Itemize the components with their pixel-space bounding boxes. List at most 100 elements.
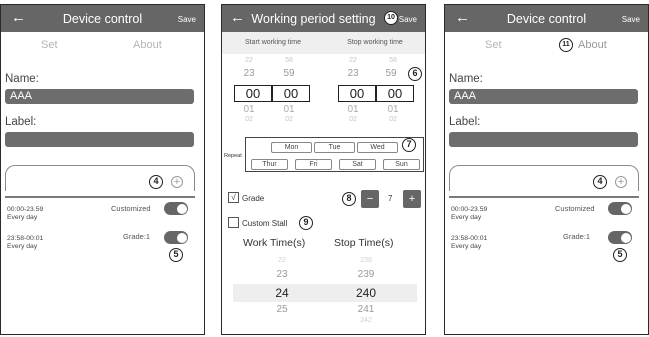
grade-checkbox[interactable]: √	[228, 192, 239, 203]
page-title: Device control	[62, 12, 143, 26]
day-sat-button[interactable]: Sat	[339, 159, 376, 170]
callout-marker-10: 10	[384, 11, 398, 25]
device-control-screen-left: ← Device control Save Set About Name: AA…	[0, 4, 205, 335]
schedule-time: 23:58-00:01	[451, 235, 488, 242]
schedule-time: 00:00-23.59	[451, 206, 488, 213]
stop-time-header: Stop working time	[324, 32, 425, 54]
tab-about[interactable]: About	[133, 39, 162, 51]
schedule-repeat: Every day	[451, 243, 482, 250]
picker-value: 242	[360, 317, 372, 324]
picker-value: 239	[357, 269, 375, 280]
callout-marker-5: 5	[169, 248, 183, 262]
picker-value: 22	[278, 257, 286, 264]
callout-marker-5: 5	[613, 248, 627, 262]
tab-about[interactable]: About	[578, 39, 607, 51]
callout-marker-8: 8	[342, 192, 356, 206]
callout-marker-11: 11	[559, 38, 573, 52]
schedule-mode: Customized	[555, 204, 595, 213]
picker-value: 01	[347, 104, 359, 115]
label-input[interactable]	[449, 132, 638, 147]
grade-label: Grade	[242, 194, 265, 203]
picker-value: 01	[387, 104, 399, 115]
stop-time-column-header: Stop Time(s)	[334, 237, 394, 249]
picker-value: 58	[285, 57, 293, 64]
schedule-time: 00:00-23.59	[7, 206, 44, 213]
custom-stall-label: Custom Stall	[242, 219, 288, 228]
callout-marker-7: 7	[402, 138, 416, 152]
grade-increase-button[interactable]: +	[403, 190, 421, 208]
save-button[interactable]: Save	[178, 14, 196, 25]
header-bar: ← Working period setting 10 Save	[222, 5, 425, 32]
picker-value: 25	[276, 304, 288, 315]
day-mon-button[interactable]: Mon	[271, 142, 312, 153]
custom-stall-checkbox[interactable]	[228, 217, 239, 228]
selected-minute: 00	[283, 86, 299, 101]
picker-value: 22	[245, 57, 253, 64]
label-label: Label:	[449, 116, 481, 128]
day-wed-button[interactable]: Wed	[357, 142, 398, 153]
name-label: Name:	[449, 73, 483, 85]
picker-value: 238	[360, 257, 372, 264]
schedule-toggle[interactable]	[164, 231, 188, 244]
name-label: Name:	[5, 73, 39, 85]
repeat-label: Repeat	[224, 153, 242, 159]
day-tue-button[interactable]: Tue	[314, 142, 355, 153]
save-button[interactable]: Save	[622, 14, 640, 25]
picker-value: 59	[283, 68, 295, 79]
start-time-header: Start working time	[222, 32, 324, 54]
name-input[interactable]: AAA	[449, 89, 638, 104]
selected-hour: 00	[349, 86, 365, 101]
picker-value: 59	[385, 68, 397, 79]
selected-minute: 00	[387, 86, 403, 101]
header-bar: ← Device control Save	[445, 5, 648, 32]
schedule-repeat: Every day	[7, 214, 38, 221]
grade-value: 7	[388, 194, 393, 203]
selected-hour: 00	[245, 86, 261, 101]
schedule-toggle[interactable]	[164, 202, 188, 215]
schedule-toggle[interactable]	[608, 231, 632, 244]
picker-value: 58	[389, 57, 397, 64]
picker-value: 23	[276, 269, 288, 280]
picker-value: 02	[285, 116, 293, 123]
picker-value: 241	[357, 304, 375, 315]
page-title: Device control	[506, 12, 587, 26]
divider	[5, 196, 195, 198]
picker-value: 02	[389, 116, 397, 123]
divider	[449, 196, 639, 198]
grade-decrease-button[interactable]: −	[361, 190, 379, 208]
add-schedule-plus-icon[interactable]: +	[171, 176, 183, 188]
callout-marker-6: 6	[408, 67, 422, 81]
label-label: Label:	[5, 116, 37, 128]
picker-value: 23	[243, 68, 255, 79]
name-input[interactable]: AAA	[5, 89, 194, 104]
picker-value: 01	[243, 104, 255, 115]
schedule-card-top	[449, 165, 639, 191]
schedule-repeat: Every day	[451, 214, 482, 221]
schedule-time: 23:58-00:01	[7, 235, 44, 242]
callout-marker-9: 9	[299, 216, 313, 230]
day-fri-button[interactable]: Fri	[295, 159, 332, 170]
save-button[interactable]: Save	[399, 14, 417, 25]
day-thur-button[interactable]: Thur	[251, 159, 288, 170]
picker-value: 22	[349, 57, 357, 64]
callout-marker-4: 4	[593, 175, 607, 189]
picker-value: 02	[349, 116, 357, 123]
work-time-header: Work Time(s)	[243, 237, 306, 249]
device-control-screen-right: ← Device control Save Set 11 About Name:…	[444, 4, 649, 335]
label-input[interactable]	[5, 132, 194, 147]
tab-set[interactable]: Set	[485, 39, 502, 51]
picker-value: 02	[245, 116, 253, 123]
selected-row-band	[233, 284, 417, 302]
working-period-setting-screen: ← Working period setting 10 Save Start w…	[221, 4, 426, 335]
callout-marker-4: 4	[149, 175, 163, 189]
selected-stop-time: 240	[355, 286, 377, 300]
add-schedule-plus-icon[interactable]: +	[615, 176, 627, 188]
day-sun-button[interactable]: Sun	[383, 159, 420, 170]
schedule-card-top	[5, 165, 195, 191]
schedule-repeat: Every day	[7, 243, 38, 250]
schedule-toggle[interactable]	[608, 202, 632, 215]
picker-value: 01	[283, 104, 295, 115]
schedule-mode: Grade:1	[563, 232, 591, 241]
tab-set[interactable]: Set	[41, 39, 58, 51]
schedule-mode: Customized	[111, 204, 151, 213]
